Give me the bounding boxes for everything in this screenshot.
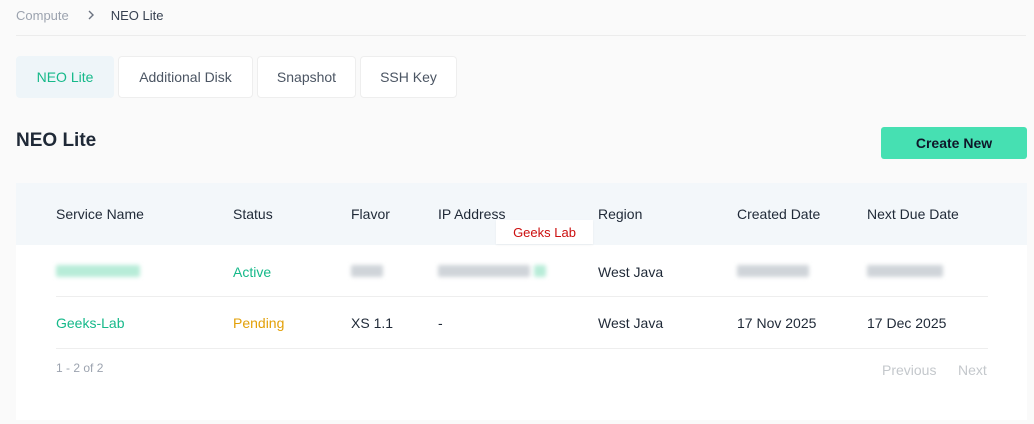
column-header-status: Status bbox=[233, 206, 273, 222]
pagination-next-button[interactable]: Next bbox=[958, 362, 987, 378]
table-row[interactable]: Active West Java bbox=[16, 245, 1027, 297]
region-cell: West Java bbox=[598, 264, 664, 280]
copy-ip-icon[interactable] bbox=[534, 265, 546, 277]
redacted-service-name[interactable] bbox=[56, 265, 140, 277]
column-header-region: Region bbox=[598, 206, 643, 222]
region-cell: West Java bbox=[598, 315, 664, 331]
tab-snapshot[interactable]: Snapshot bbox=[257, 56, 356, 98]
column-header-flavor: Flavor bbox=[351, 206, 390, 222]
tab-bar: NEO Lite Additional Disk Snapshot SSH Ke… bbox=[16, 56, 457, 98]
redacted-flavor bbox=[351, 265, 383, 277]
redacted-next-due-date bbox=[867, 265, 943, 277]
pagination-count: 1 - 2 of 2 bbox=[56, 361, 104, 375]
breadcrumb-compute-link[interactable]: Compute bbox=[16, 8, 69, 23]
table-row[interactable]: Geeks-Lab Pending XS 1.1 - West Java 17 … bbox=[16, 297, 1027, 349]
tab-neo-lite[interactable]: NEO Lite bbox=[16, 56, 114, 98]
breadcrumb-current: NEO Lite bbox=[110, 7, 164, 23]
services-table: Service Name Status Flavor IP Address Re… bbox=[16, 183, 1027, 420]
column-header-created-date: Created Date bbox=[737, 206, 821, 222]
header-divider bbox=[16, 35, 1026, 36]
flavor-cell: XS 1.1 bbox=[351, 315, 394, 331]
tab-ssh-key[interactable]: SSH Key bbox=[360, 56, 457, 98]
created-date-cell: 17 Nov 2025 bbox=[737, 315, 817, 331]
column-header-next-due-date: Next Due Date bbox=[867, 206, 959, 222]
create-new-button[interactable]: Create New bbox=[881, 127, 1027, 159]
redacted-created-date bbox=[737, 265, 809, 277]
status-badge: Active bbox=[233, 264, 272, 280]
pagination-previous-button[interactable]: Previous bbox=[882, 362, 936, 378]
service-name-tooltip: Geeks Lab bbox=[496, 220, 593, 244]
row-divider bbox=[56, 348, 988, 349]
status-badge: Pending bbox=[233, 315, 285, 331]
ip-address-cell: - bbox=[438, 315, 443, 331]
breadcrumb: Compute NEO Lite bbox=[16, 6, 164, 24]
next-due-date-cell: 17 Dec 2025 bbox=[867, 315, 947, 331]
tab-additional-disk[interactable]: Additional Disk bbox=[118, 56, 253, 98]
page-title: NEO Lite bbox=[16, 130, 97, 151]
redacted-ip-address bbox=[438, 265, 530, 277]
chevron-right-icon bbox=[83, 7, 99, 23]
service-name-link[interactable]: Geeks-Lab bbox=[56, 315, 124, 331]
column-header-service-name: Service Name bbox=[56, 206, 144, 222]
